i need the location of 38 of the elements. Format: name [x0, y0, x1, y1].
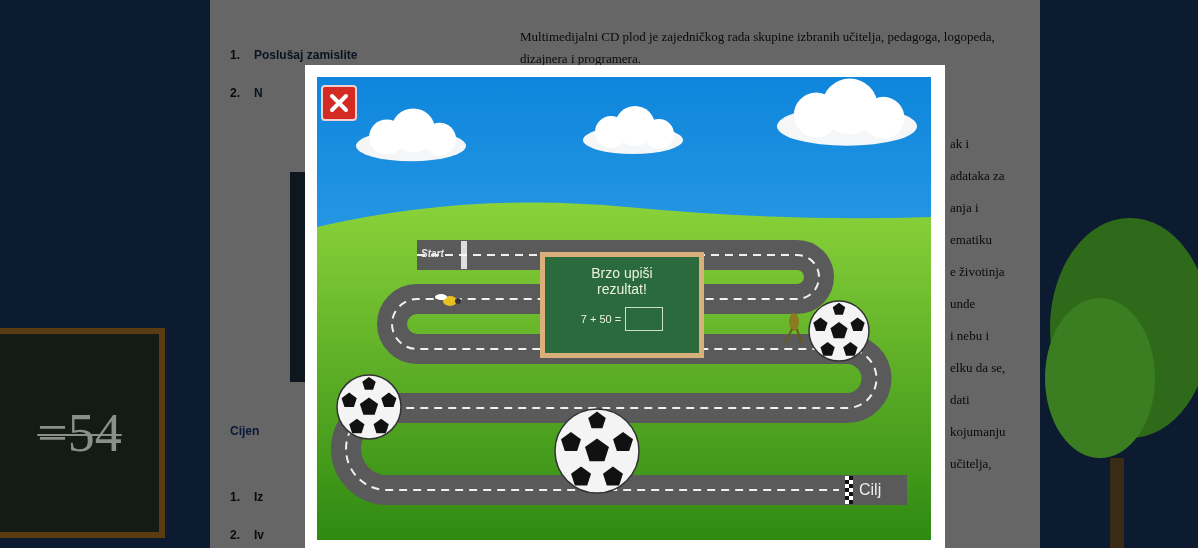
soccer-ball-icon — [554, 408, 640, 494]
paragraph-fragment: elku da se, — [950, 359, 1007, 377]
paragraph-fragment: dati — [950, 391, 971, 409]
start-label: Start — [421, 247, 444, 261]
finish-line-icon — [845, 476, 853, 504]
grasshopper-icon — [784, 313, 802, 344]
list-number: 2. — [230, 85, 240, 102]
answer-field[interactable] — [625, 307, 664, 331]
bee-icon — [435, 294, 461, 306]
paragraph-fragment: unde — [950, 295, 977, 313]
close-icon — [329, 93, 349, 113]
paragraph-fragment: ematiku — [950, 231, 993, 249]
paragraph-fragment: ak i — [950, 135, 971, 153]
list-item-text: Iz — [254, 489, 264, 506]
paragraph-fragment: e životinja — [950, 263, 1006, 281]
board-text: =54 — [37, 401, 122, 465]
soccer-ball-icon — [808, 300, 870, 362]
paragraph-fragment: učitelja, — [950, 455, 993, 473]
list-item-text: Iv — [254, 527, 265, 544]
close-button[interactable] — [321, 85, 357, 121]
list-number: 2. — [230, 527, 240, 544]
list-item-text: N — [254, 85, 263, 102]
prompt-text: Brzo upiši rezultat! — [590, 265, 654, 297]
intro-paragraph: Multimedijalni CD plod je zajedničkog rada skupine izbranih učitelja, pedagoga, logopeda, dizajnera i programera. — [520, 28, 996, 68]
list-number: 1. — [230, 489, 240, 506]
paragraph-fragment: kojumanju — [950, 423, 1007, 441]
paragraph-fragment: anja i — [950, 199, 980, 217]
paragraph-fragment: adataka za — [950, 167, 1006, 185]
equation-text: 7 + 50 = — [580, 311, 622, 327]
list-number: 1. — [230, 47, 240, 64]
list-item-text: Poslušaj zamislite — [254, 47, 358, 64]
cloud-icon — [777, 78, 917, 146]
section-heading: Cijen — [230, 423, 261, 440]
finish-label: Cilj — [859, 481, 882, 499]
paragraph-fragment: i nebu i — [950, 327, 990, 345]
cloud-icon — [583, 106, 683, 154]
soccer-ball-icon — [336, 374, 402, 440]
cloud-icon — [356, 108, 466, 162]
